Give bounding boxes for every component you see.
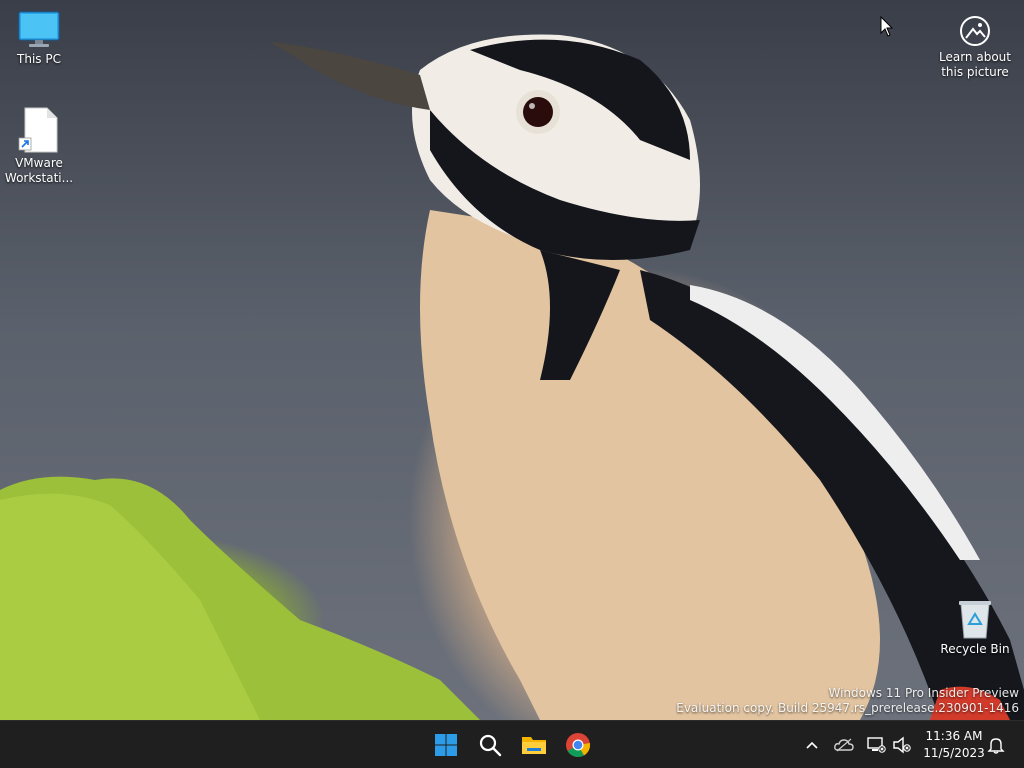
watermark-line-2: Evaluation copy. Build 25947.rs_prerelea… bbox=[676, 701, 1019, 715]
desktop-icon-label: VMware Workstati... bbox=[4, 156, 74, 185]
desktop-icon-label: Learn about this picture bbox=[939, 50, 1011, 79]
bird-pupil bbox=[523, 97, 553, 127]
taskbar-clock[interactable]: 11:36 AM 11/5/2023 bbox=[918, 728, 990, 762]
start-button[interactable] bbox=[426, 725, 466, 765]
volume-tray-button[interactable] bbox=[890, 733, 914, 757]
desktop-icon-label: Recycle Bin bbox=[940, 642, 1010, 656]
desktop-icon-vmware[interactable]: VMware Workstati... bbox=[1, 106, 77, 186]
mouse-cursor-icon bbox=[880, 16, 894, 37]
recycle-bin-icon bbox=[959, 601, 991, 639]
onedrive-tray-button[interactable] bbox=[832, 733, 856, 757]
chevron-up-icon bbox=[806, 741, 818, 749]
volume-muted-icon bbox=[893, 736, 911, 754]
wallpaper-illustration bbox=[0, 34, 1024, 720]
search-button[interactable] bbox=[470, 725, 510, 765]
network-icon bbox=[867, 737, 886, 753]
monitor-icon bbox=[18, 11, 60, 47]
onedrive-icon bbox=[834, 738, 854, 752]
desktop-icon-learn-about-picture[interactable]: Learn about this picture bbox=[935, 14, 1015, 80]
clock-time: 11:36 AM bbox=[925, 729, 983, 743]
taskbar: 11:36 AM 11/5/2023 bbox=[0, 720, 1024, 768]
desktop-wallpaper: This PC VMware Workstati... Learn about … bbox=[0, 0, 1024, 720]
desktop-icon-label: This PC bbox=[17, 52, 61, 66]
learn-picture-icon bbox=[960, 16, 990, 46]
evaluation-watermark: Windows 11 Pro Insider Preview Evaluatio… bbox=[676, 686, 1019, 716]
file-explorer-button[interactable] bbox=[514, 725, 554, 765]
bird-beak bbox=[270, 42, 430, 110]
notifications-button[interactable] bbox=[984, 733, 1008, 757]
eye-glint bbox=[529, 103, 535, 109]
desktop-icon-recycle-bin[interactable]: Recycle Bin bbox=[937, 598, 1013, 657]
desktop-icon-this-pc[interactable]: This PC bbox=[1, 10, 77, 67]
folder-icon bbox=[522, 737, 546, 754]
file-shortcut-icon bbox=[18, 107, 58, 153]
chrome-icon bbox=[566, 733, 591, 758]
chrome-button[interactable] bbox=[558, 725, 598, 765]
network-tray-button[interactable] bbox=[864, 733, 888, 757]
search-icon bbox=[479, 734, 502, 757]
clock-date: 11/5/2023 bbox=[923, 746, 985, 760]
bell-icon bbox=[987, 738, 1005, 754]
windows-logo-icon bbox=[435, 734, 457, 756]
watermark-line-1: Windows 11 Pro Insider Preview bbox=[828, 686, 1019, 700]
show-hidden-icons-button[interactable] bbox=[800, 733, 824, 757]
